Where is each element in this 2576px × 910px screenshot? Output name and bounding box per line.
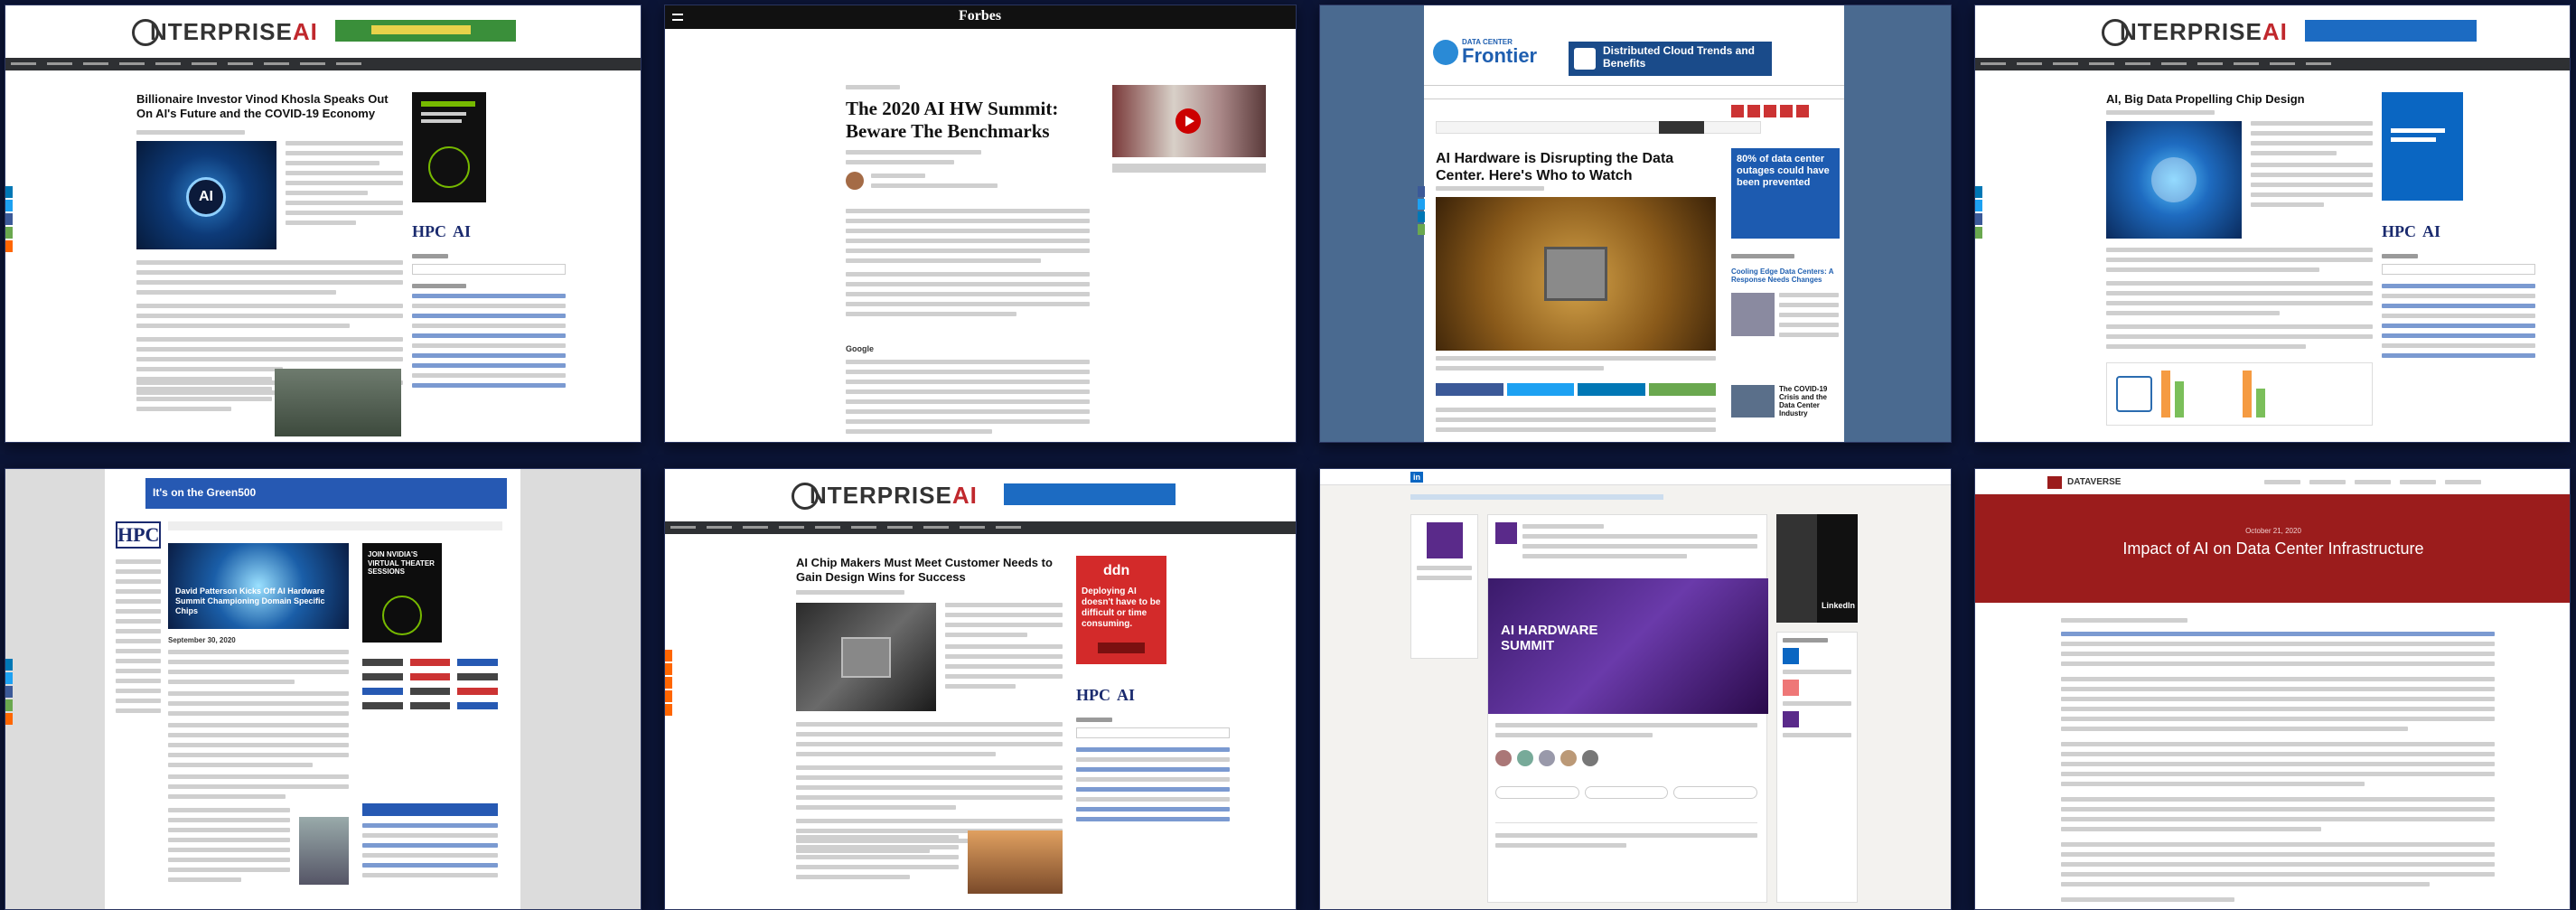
side-story-1[interactable]: Cooling Edge Data Centers: A Response Ne… (1731, 267, 1840, 284)
event-image[interactable]: AI HARDWARE SUMMIT (1488, 578, 1768, 714)
ai-brain-image: AI (136, 141, 276, 249)
article-headline: AI, Big Data Propelling Chip Design (2106, 92, 2305, 106)
article-headline: The 2020 AI HW Summit: Beware The Benchm… (846, 98, 1059, 143)
dataverse-icon[interactable] (2047, 476, 2062, 489)
hpc-logo[interactable]: HPC (116, 521, 161, 549)
post-card: AI HARDWARE SUMMIT (1487, 514, 1768, 903)
logo-accent: AI (292, 18, 318, 45)
video-ad[interactable] (1112, 85, 1266, 157)
ai-logo: AI (453, 222, 472, 240)
menu-icon[interactable] (672, 14, 683, 21)
share-bar[interactable] (5, 186, 13, 252)
article-headline: Impact of AI on Data Center Infrastructu… (2122, 539, 2424, 558)
sidebar-ad[interactable] (412, 92, 486, 202)
ai-chip-image (1436, 197, 1716, 351)
promo-ad[interactable]: LinkedIn (1776, 514, 1858, 623)
share-bar[interactable] (5, 659, 13, 725)
sidebar-ad-text: JOIN NVIDIA'S VIRTUAL THEATER SESSIONS (368, 550, 435, 577)
social-icons[interactable] (1731, 105, 1840, 117)
hpc-logo: HPC (412, 222, 446, 240)
dcf-brand-main: Frontier (1462, 44, 1538, 67)
speaker-photo (275, 369, 401, 436)
logo-text: NTERPRISE (2120, 18, 2262, 45)
share-buttons[interactable] (1436, 383, 1716, 396)
nav-bar[interactable] (665, 521, 1296, 534)
logo-text: NTERPRISE (150, 18, 293, 45)
article-headline: Billionaire Investor Vinod Khosla Speaks… (136, 92, 389, 120)
play-icon[interactable] (1176, 108, 1201, 134)
logo-accent: AI (2262, 18, 2288, 45)
article-date: October 21, 2020 (2245, 527, 2301, 535)
sidebar-ad[interactable] (2382, 92, 2463, 201)
sponsor-logos[interactable] (362, 659, 498, 709)
article-date: September 30, 2020 (168, 636, 236, 644)
enterpriseai-logo: NTERPRISE AI (132, 18, 318, 46)
banner-ad-text: Distributed Cloud Trends and Benefits (1603, 44, 1756, 70)
chip-image (796, 603, 936, 711)
logo-accent: AI (951, 482, 978, 509)
screenshot-enterpriseai-chip-makers: NTERPRISE AI AI Chip Makers Must Meet Cus… (664, 468, 1297, 910)
forbes-logo[interactable]: Forbes (959, 8, 1001, 24)
side-story-2[interactable]: The COVID-19 Crisis and the Data Center … (1779, 385, 1839, 417)
logo-text: NTERPRISE (810, 482, 952, 509)
feature-image: David Patterson Kicks Off AI Hardware Su… (168, 543, 349, 629)
ddn-ad[interactable]: ddn Deploying AI doesn't have to be diff… (1076, 556, 1166, 664)
chip-brain-image (2106, 121, 2242, 239)
section-subhead: Google (846, 344, 874, 353)
ai-logo: AI (2422, 222, 2441, 240)
hpc-logo: HPC (2382, 222, 2416, 240)
share-linkedin-icon[interactable] (5, 186, 13, 198)
comparison-graphic (2106, 362, 2373, 426)
hpc-logo: HPC (1076, 686, 1110, 704)
stat-ad[interactable]: 80% of data center outages could have be… (1731, 148, 1840, 239)
enterpriseai-logo: NTERPRISE AI (792, 482, 978, 510)
sidebar-ad[interactable]: JOIN NVIDIA'S VIRTUAL THEATER SESSIONS (362, 543, 442, 643)
banner-ad[interactable] (2305, 20, 2477, 42)
author-avatar[interactable] (846, 172, 864, 190)
share-bar[interactable] (665, 650, 672, 716)
nav-bar[interactable] (1424, 85, 1844, 99)
dcf-logo[interactable]: DATA CENTER Frontier (1433, 38, 1537, 68)
screenshot-data-center-frontier: DATA CENTER Frontier Distributed Cloud T… (1319, 5, 1952, 443)
nav-bar[interactable] (1975, 58, 2570, 70)
banner-ad[interactable]: Distributed Cloud Trends and Benefits (1569, 42, 1772, 76)
enterpriseai-logo: NTERPRISE AI (2102, 18, 2288, 46)
share-bar[interactable] (1418, 186, 1425, 235)
share-email-icon[interactable] (5, 227, 13, 239)
hero-banner: October 21, 2020 Impact of AI on Data Ce… (1975, 494, 2570, 603)
linkedin-logo[interactable]: in (1410, 472, 1423, 483)
linkedin-ad-label: LinkedIn (1822, 601, 1856, 610)
event-title: AI HARDWARE SUMMIT (1501, 623, 1598, 653)
ddn-ad-text: Deploying AI doesn't have to be difficul… (1082, 586, 1161, 629)
screenshot-forbes: Forbes The 2020 AI HW Summit: Beware The… (664, 5, 1297, 443)
banner-ad[interactable] (1004, 483, 1176, 505)
article-headline: AI Hardware is Disrupting the Data Cente… (1436, 151, 1674, 184)
article-headline: AI Chip Makers Must Meet Customer Needs … (796, 556, 1053, 584)
screenshot-hpcwire: It's on the Green500 HPC David Patterson… (5, 468, 642, 910)
share-facebook-icon[interactable] (5, 213, 13, 225)
banner-text: It's on the Green500 (153, 486, 257, 499)
screenshot-linkedin: in AI HARDWARE SUMMIT LinkedIn (1319, 468, 1952, 910)
speaker-photo (299, 817, 349, 885)
article-headline: David Patterson Kicks Off AI Hardware Su… (175, 586, 325, 615)
share-bar[interactable] (1975, 186, 1982, 239)
banner-ad[interactable]: It's on the Green500 (145, 478, 507, 509)
share-twitter-icon[interactable] (5, 200, 13, 211)
nav-bar[interactable] (5, 58, 641, 70)
banner-ad[interactable] (335, 20, 516, 42)
dataverse-logo[interactable]: DATAVERSE (2067, 477, 2121, 487)
screenshot-enterpriseai-chip-design: NTERPRISE AI AI, Big Data Propelling Chip… (1974, 5, 2571, 443)
speaker-photo (968, 830, 1063, 894)
screenshot-enterpriseai-khosla: NTERPRISE AI Billionaire Investor Vinod K… (5, 5, 642, 443)
ddn-logo: ddn (1103, 563, 1130, 578)
forbes-header: Forbes (665, 5, 1296, 29)
screenshot-dataverse: DATAVERSE October 21, 2020 Impact of AI … (1974, 468, 2571, 910)
ai-logo: AI (1117, 686, 1136, 704)
